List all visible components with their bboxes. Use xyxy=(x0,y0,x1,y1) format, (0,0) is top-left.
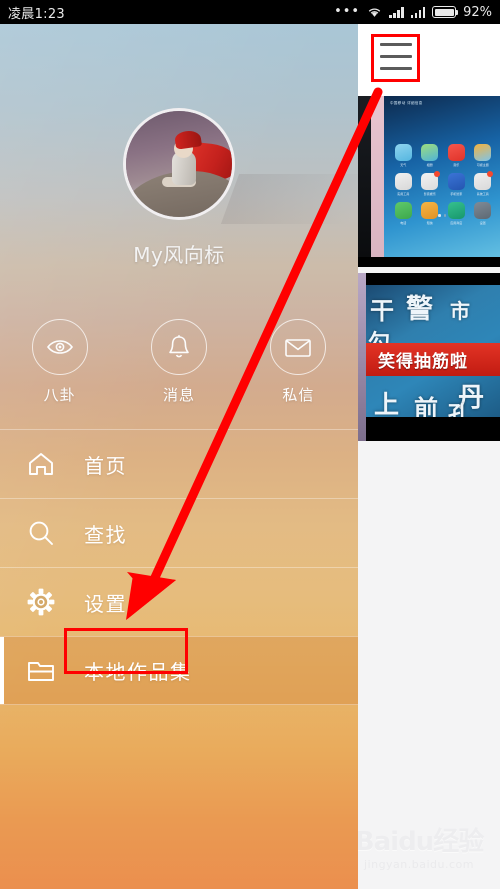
phone-app: 设置 xyxy=(472,202,495,225)
action-private-message[interactable]: 私信 xyxy=(239,319,358,419)
video-left-edge xyxy=(358,273,366,441)
phone-app-label: 实用工具 xyxy=(397,192,410,196)
phone-app-label: 系统工具 xyxy=(476,192,489,196)
phone-bezel-left xyxy=(358,96,371,267)
settings-app-icon xyxy=(474,202,492,219)
phone-bezel-bottom xyxy=(358,257,500,267)
phone-app: 系统工具 xyxy=(472,171,495,196)
phone-case-strip xyxy=(371,96,384,267)
video-red-banner: 笑得抽筋啦 xyxy=(366,343,500,376)
bg-char: 孔 xyxy=(448,403,471,417)
signal-bars-icon-1 xyxy=(389,6,404,18)
app-top-bar xyxy=(358,24,500,96)
hamburger-menu-icon[interactable] xyxy=(372,33,420,80)
theme-app-icon xyxy=(474,144,492,161)
phone-screen: 中国移动 详细信息 天气 相册 音乐 可视主题 实用工具 影音娱乐 手机管家 系… xyxy=(384,96,500,257)
avatar[interactable] xyxy=(123,108,235,220)
appstore-app-icon xyxy=(447,202,465,219)
action-row: 八卦 消息 私信 xyxy=(0,319,358,419)
navigation-drawer: My风向标 八卦 消息 私信 首页 查找 设置 本地作品集 xyxy=(0,24,358,889)
music-app-icon xyxy=(447,144,465,161)
weather-app-icon xyxy=(394,144,412,161)
menu-item-settings[interactable]: 设置 xyxy=(0,567,358,636)
thumbnail-phone-home-screen[interactable]: 中国移动 详细信息 天气 相册 音乐 可视主题 实用工具 影音娱乐 手机管家 系… xyxy=(358,96,500,267)
security-shield-icon xyxy=(447,173,465,190)
status-icons: ••• 92% xyxy=(334,5,492,20)
bg-char: 干 xyxy=(370,297,394,325)
battery-icon xyxy=(432,6,459,18)
status-bar: 凌晨1:23 ••• 92% xyxy=(0,0,500,24)
bg-char: 市 xyxy=(450,299,470,323)
video-letterbox-bottom xyxy=(366,417,500,441)
action-label: 私信 xyxy=(282,386,315,404)
phone-app: 可视主题 xyxy=(472,144,495,167)
phone-app-label: 影音娱乐 xyxy=(423,192,436,196)
phone-app-label: 天气 xyxy=(400,163,407,167)
phone-app: 相册 xyxy=(419,144,442,167)
menu-item-local-works[interactable]: 本地作品集 xyxy=(0,636,358,705)
phone-app: 手机管家 xyxy=(445,173,468,196)
thumbnail-video-funny[interactable]: 干 警 市 勾 丹 前 孔 上 笑得抽筋啦 xyxy=(358,273,500,441)
username: My风向标 xyxy=(133,243,225,267)
phone-app: 音乐 xyxy=(445,144,468,167)
eye-icon xyxy=(31,319,88,375)
phone-app-label: 电话 xyxy=(400,221,407,225)
status-time: 凌晨1:23 xyxy=(8,6,65,22)
home-icon xyxy=(22,450,60,478)
watermark-logo: Baidu经验 xyxy=(354,827,484,857)
phone-app: 影音娱乐 xyxy=(419,171,442,196)
phone-app-label: 可视主题 xyxy=(476,163,489,167)
phone-app-label: 相册 xyxy=(426,163,433,167)
phone-app: 应用商店 xyxy=(445,202,468,225)
phone-app-label: 音乐 xyxy=(453,163,460,167)
phone-app: 电话 xyxy=(392,202,415,225)
menu-item-label: 首页 xyxy=(84,453,127,478)
action-label: 八卦 xyxy=(43,386,76,404)
phone-app-grid: 天气 相册 音乐 可视主题 实用工具 影音娱乐 手机管家 系统工具 电话 短信 … xyxy=(392,144,494,225)
menu-item-label: 设置 xyxy=(84,591,127,616)
envelope-icon xyxy=(270,319,327,375)
action-gossip[interactable]: 八卦 xyxy=(0,319,119,419)
phone-app: 天气 xyxy=(392,144,415,167)
bell-icon xyxy=(150,319,207,375)
phone-app-label: 手机管家 xyxy=(450,192,463,196)
watermark: Baidu经验 jingyan.baidu.com xyxy=(344,829,494,871)
wifi-icon xyxy=(368,8,381,17)
tools-folder-icon xyxy=(394,173,412,190)
signal-bars-icon-2 xyxy=(410,6,426,18)
battery-percent: 92% xyxy=(463,4,492,20)
phone-app: 实用工具 xyxy=(392,173,415,196)
menu-item-label: 查找 xyxy=(84,522,127,547)
bg-char: 前 xyxy=(414,395,438,417)
video-banner-text: 笑得抽筋啦 xyxy=(378,352,468,372)
video-still: 干 警 市 勾 丹 前 孔 上 笑得抽筋啦 xyxy=(366,285,500,417)
menu-item-label: 本地作品集 xyxy=(84,660,192,684)
search-icon xyxy=(22,518,60,548)
phone-app-icon xyxy=(394,202,412,219)
more-dots-icon: ••• xyxy=(334,4,361,19)
system-folder-icon xyxy=(474,171,494,190)
phone-app-label: 应用商店 xyxy=(450,221,463,225)
phone-app-label: 设置 xyxy=(479,221,486,225)
gallery-app-icon xyxy=(421,144,439,161)
bg-char: 上 xyxy=(374,390,400,417)
phone-status-text: 中国移动 详细信息 xyxy=(390,101,423,105)
folder-icon xyxy=(22,658,60,684)
page-indicator-dots xyxy=(438,214,446,217)
phone-app-label: 短信 xyxy=(426,221,433,225)
profile-header[interactable]: My风向标 xyxy=(0,24,358,294)
watermark-url: jingyan.baidu.com xyxy=(363,858,474,871)
menu-item-search[interactable]: 查找 xyxy=(0,498,358,567)
sms-app-icon xyxy=(421,202,439,219)
action-label: 消息 xyxy=(162,386,195,404)
menu-item-home[interactable]: 首页 xyxy=(0,429,358,498)
bg-char: 警 xyxy=(406,294,433,325)
media-folder-icon xyxy=(421,171,441,190)
action-messages[interactable]: 消息 xyxy=(119,319,238,419)
gear-icon xyxy=(22,587,60,617)
drawer-menu: 首页 查找 设置 本地作品集 xyxy=(0,429,358,705)
video-letterbox-top xyxy=(366,273,500,285)
